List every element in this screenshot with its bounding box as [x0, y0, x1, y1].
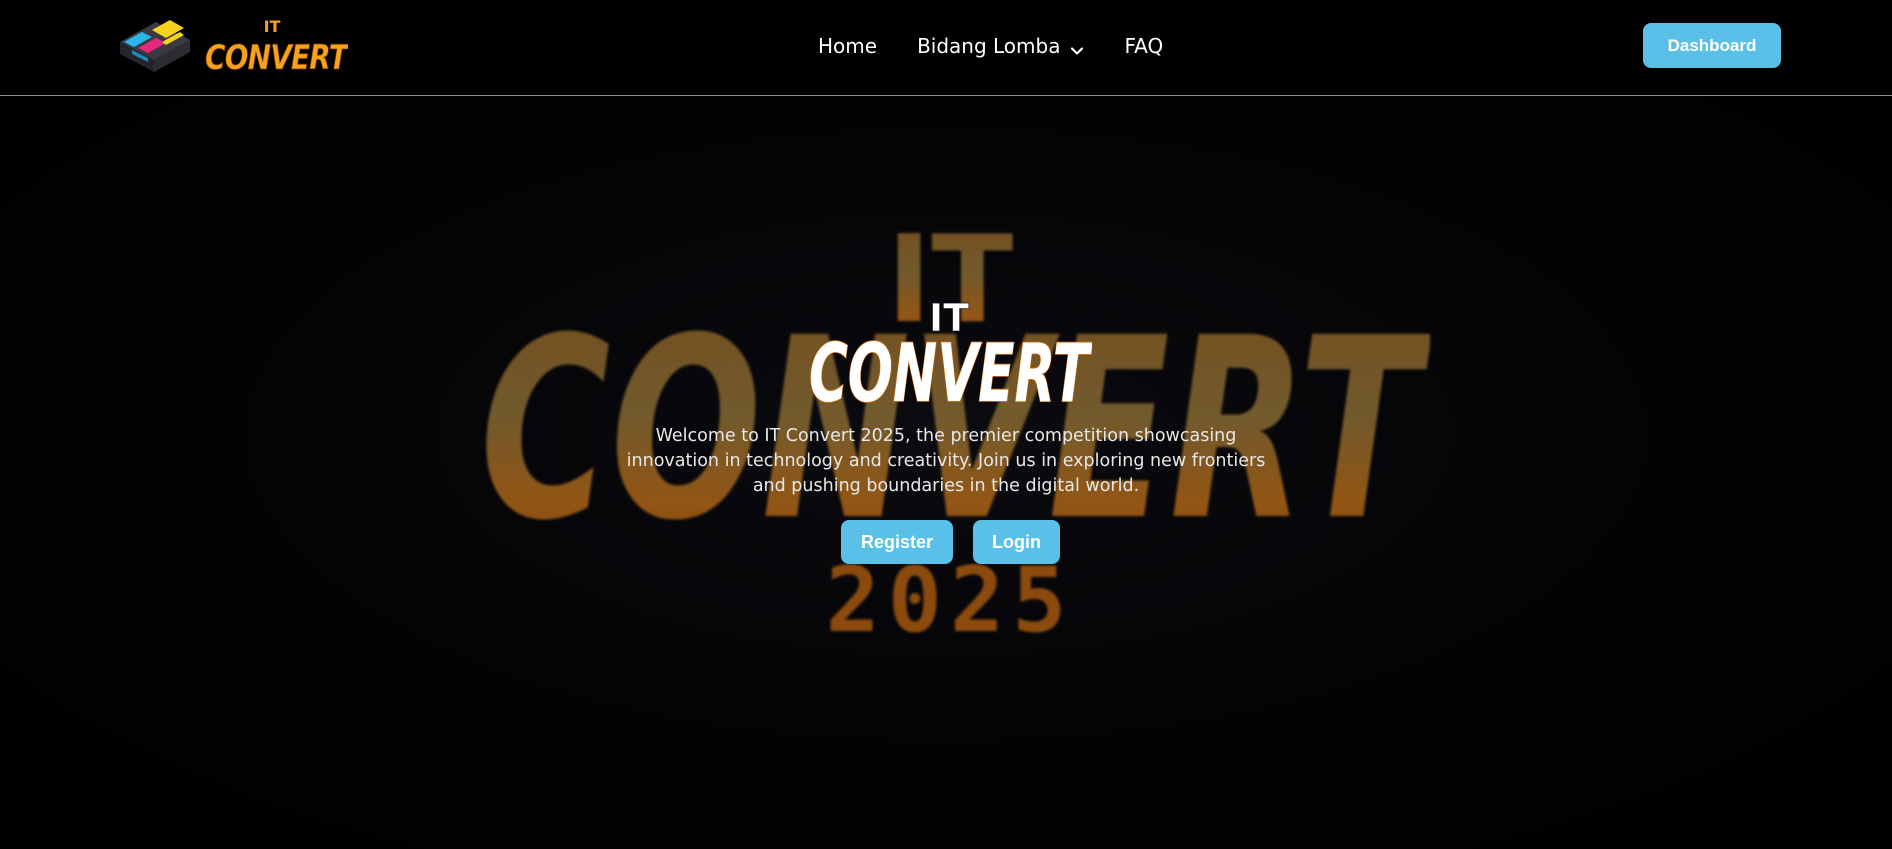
- chevron-down-icon: [1070, 39, 1084, 55]
- hero-logo-convert-text: CONVERT: [809, 327, 1092, 413]
- convert-wordmark: IT CONVERT: [205, 17, 352, 78]
- svg-text:IT: IT: [264, 17, 281, 36]
- login-button[interactable]: Login: [973, 520, 1060, 564]
- register-button[interactable]: Register: [841, 520, 953, 564]
- dashboard-button[interactable]: Dashboard: [1643, 23, 1781, 68]
- it-convert-logo-icon: IT CONVERT: [120, 17, 352, 78]
- nav-home[interactable]: Home: [818, 34, 877, 58]
- page: IT CONVERT Home Bidang Lomba FAQ Dashboa…: [0, 0, 1892, 849]
- nav-bidang-lomba-dropdown[interactable]: Bidang Lomba: [917, 34, 1084, 58]
- nav-home-label: Home: [818, 34, 878, 58]
- hero-section: IT CONVERT 2025 IT CONVERT Welcome to IT…: [0, 96, 1892, 849]
- hero-it-convert-logo: IT CONVERT: [808, 296, 1092, 413]
- navbar: IT CONVERT Home Bidang Lomba FAQ Dashboa…: [0, 0, 1892, 96]
- hero-cta-group: Register Login: [841, 520, 1060, 564]
- brand-logo[interactable]: IT CONVERT: [118, 12, 352, 80]
- nav-faq-label: FAQ: [1124, 34, 1164, 58]
- nav-bidang-lomba-label: Bidang Lomba: [917, 34, 1061, 58]
- main-nav: Home Bidang Lomba FAQ: [818, 30, 1163, 62]
- nav-faq[interactable]: FAQ: [1124, 34, 1163, 58]
- hero-description: Welcome to IT Convert 2025, the premier …: [626, 426, 1266, 496]
- hero-background-logo-art: IT CONVERT 2025: [480, 211, 1430, 641]
- svg-text:CONVERT: CONVERT: [205, 38, 348, 78]
- cube-logo-icon: [120, 20, 190, 72]
